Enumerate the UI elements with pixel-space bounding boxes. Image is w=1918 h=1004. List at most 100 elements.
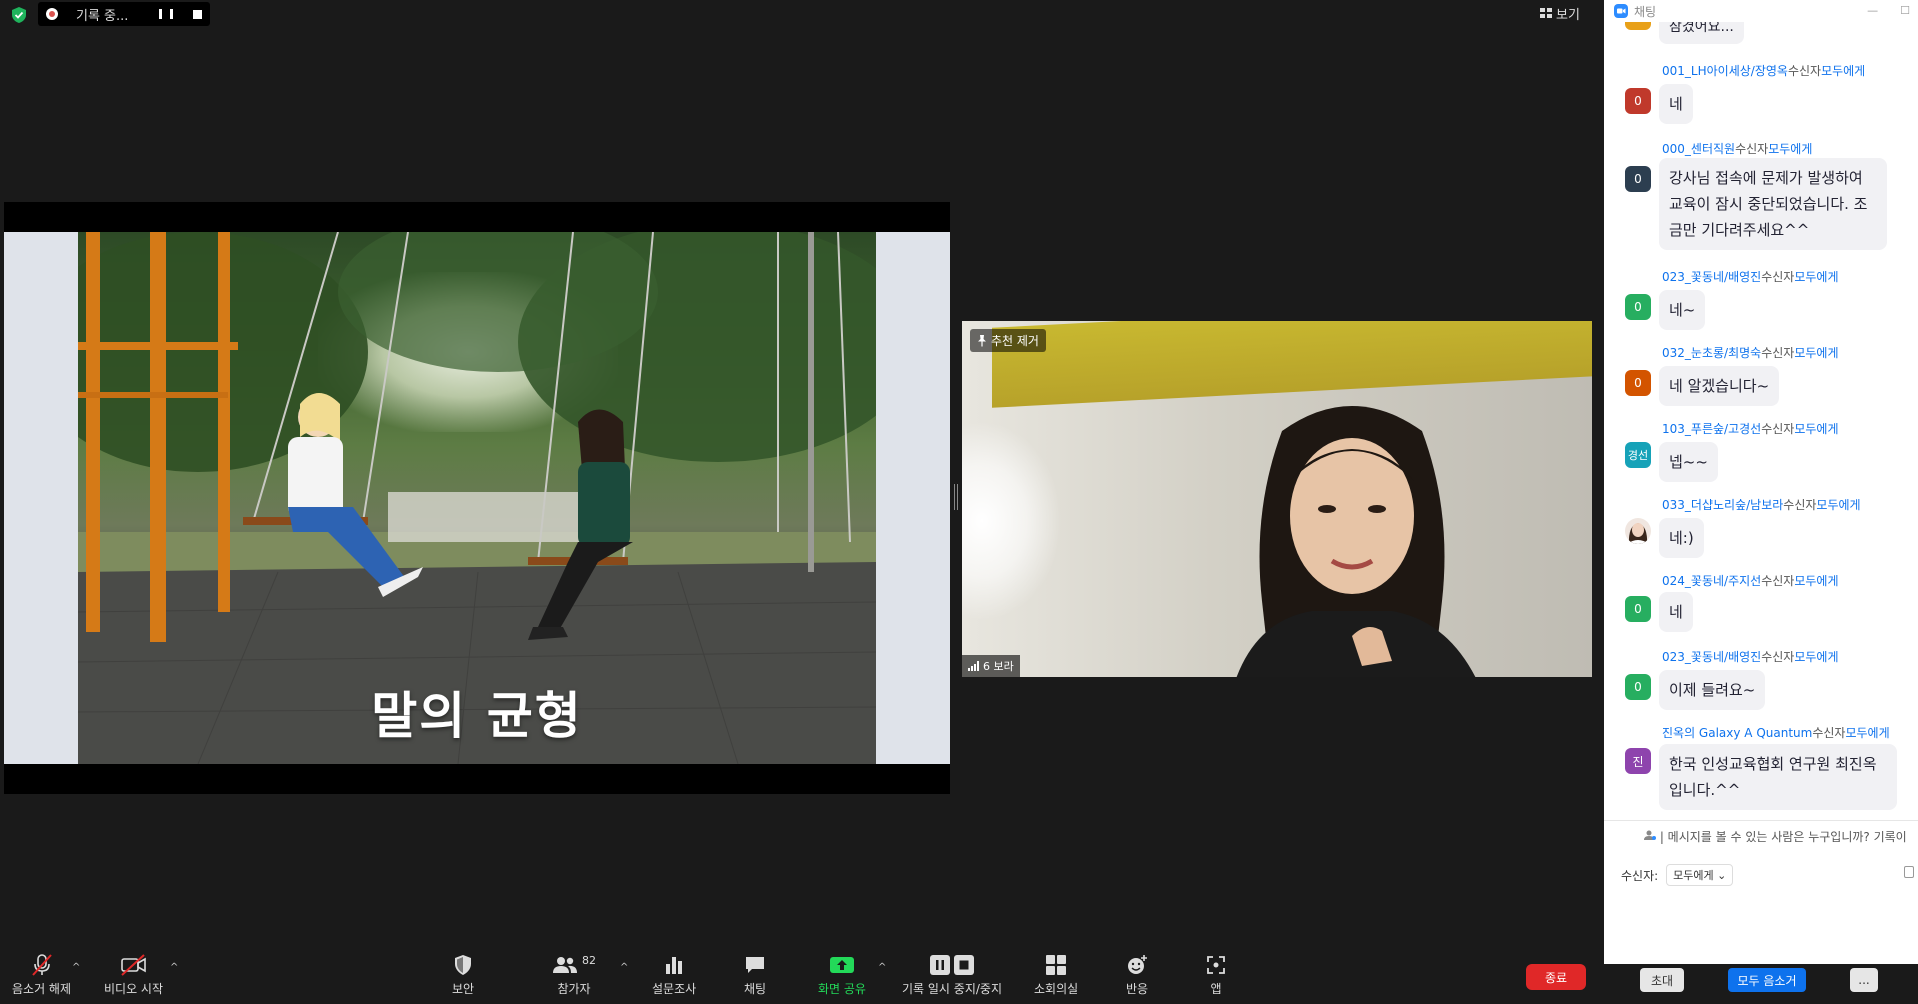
- message-text: 넵~~: [1659, 442, 1718, 482]
- mute-all-button[interactable]: 모두 음소거: [1728, 968, 1806, 992]
- recipient-dropdown[interactable]: 모두에게 ⌄: [1666, 864, 1734, 886]
- view-button[interactable]: 보기: [1540, 4, 1580, 23]
- grid-view-icon: [1540, 8, 1552, 18]
- recipient-name: 모두에게: [1794, 422, 1839, 436]
- sender-name[interactable]: 033_더샵노리숲/남보라: [1662, 498, 1783, 512]
- recording-control-label: 기록 일시 중지/중지: [902, 982, 1002, 996]
- recording-dot-icon: [46, 8, 58, 20]
- view-splitter-handle[interactable]: [954, 484, 958, 510]
- avatar: 진: [1625, 748, 1651, 774]
- chat-label: 채팅: [744, 982, 767, 996]
- participants-button[interactable]: 82 참가자: [552, 952, 596, 997]
- sender-name[interactable]: 진옥의 Galaxy A Quantum: [1662, 726, 1812, 740]
- avatar-photo: [1625, 518, 1651, 544]
- participants-bottom-bar: 초대 모두 음소거 ...: [1604, 964, 1918, 1004]
- sender-name[interactable]: 103_푸른숲/고경선: [1662, 422, 1761, 436]
- pause-recording-icon[interactable]: [159, 7, 173, 21]
- zoom-logo-icon: [1614, 4, 1628, 18]
- sender-name[interactable]: 000_센터직원: [1662, 142, 1735, 156]
- video-off-icon: [120, 954, 146, 976]
- file-attach-icon[interactable]: [1904, 866, 1914, 878]
- reactions-label: 반응: [1126, 982, 1149, 996]
- start-video-button[interactable]: 비디오 시작: [104, 952, 163, 997]
- minimize-icon[interactable]: —: [1867, 4, 1878, 17]
- reactions-smiley-icon: [1128, 955, 1148, 974]
- presentation-slide: 말의 균형: [4, 232, 950, 764]
- recipient-label: 수신자:: [1621, 868, 1659, 883]
- share-screen-label: 화면 공유: [818, 982, 866, 996]
- to-label: 수신자: [1735, 142, 1769, 156]
- recipient-name: 모두에게: [1768, 142, 1813, 156]
- message-text: 네~: [1659, 290, 1706, 330]
- participant-name: 6 보라: [983, 660, 1014, 673]
- end-meeting-button[interactable]: 종료: [1526, 964, 1586, 990]
- recipient-name: 모두에게: [1794, 346, 1839, 360]
- meeting-toolbar: 음소거 해제 ^ 비디오 시작 ^ 보안 82 참가자 ^ 설문조사 채팅 화면…: [0, 950, 1600, 1004]
- sender-name[interactable]: 001_LH아이세상/장영옥: [1662, 64, 1788, 78]
- security-shield-icon[interactable]: [10, 6, 28, 24]
- recording-bar: 기록 중...: [38, 2, 210, 26]
- recipient-name: 모두에게: [1821, 64, 1866, 78]
- slide-title: 말의 균형: [371, 687, 583, 745]
- speaker-video[interactable]: 추천 제거 6 보라: [962, 321, 1592, 677]
- recipient-name: 모두에게: [1794, 270, 1839, 284]
- participants-icon: [553, 957, 577, 973]
- invite-button[interactable]: 초대: [1640, 968, 1684, 992]
- sender-name[interactable]: 032_눈초롱/최명숙: [1662, 346, 1761, 360]
- popout-icon[interactable]: ☐: [1900, 4, 1910, 17]
- unpin-label: 추천 제거: [991, 334, 1039, 348]
- chat-button[interactable]: 채팅: [744, 952, 766, 997]
- video-options-caret-icon[interactable]: ^: [170, 962, 178, 973]
- message-text: 네: [1659, 84, 1693, 124]
- polls-button[interactable]: 설문조사: [652, 952, 696, 997]
- avatar: 0: [1625, 370, 1651, 396]
- chat-panel: 채팅 — ☐ 잠겼어요... 001_LH아이세상/장영옥수신자모두에게 0 네…: [1604, 0, 1918, 1004]
- breakout-rooms-icon: [1046, 955, 1067, 975]
- recipient-row: 수신자: 모두에게 ⌄: [1621, 864, 1734, 886]
- message-text: 강사님 접속에 문제가 발생하여 교육이 잠시 중단되었습니다. 조금만 기다려…: [1659, 158, 1887, 250]
- sender-name[interactable]: 023_꽃동네/배영진: [1662, 650, 1761, 664]
- polls-label: 설문조사: [652, 982, 697, 996]
- sender-name[interactable]: 023_꽃동네/배영진: [1662, 270, 1761, 284]
- message-text: 네: [1659, 592, 1693, 632]
- view-label: 보기: [1556, 8, 1580, 23]
- recipient-name: 모두에게: [1816, 498, 1861, 512]
- breakout-rooms-label: 소회의실: [1034, 982, 1079, 996]
- to-label: 수신자: [1761, 574, 1795, 588]
- recipient-name: 모두에게: [1845, 726, 1890, 740]
- unpin-button[interactable]: 추천 제거: [970, 329, 1046, 352]
- avatar: 0: [1625, 166, 1651, 192]
- window-controls: — ☐: [1867, 4, 1910, 17]
- share-screen-icon: [829, 957, 854, 973]
- share-options-caret-icon[interactable]: ^: [878, 962, 886, 973]
- participants-options-caret-icon[interactable]: ^: [620, 962, 628, 973]
- chat-message-list[interactable]: 잠겼어요... 001_LH아이세상/장영옥수신자모두에게 0 네 000_센터…: [1604, 22, 1918, 822]
- share-screen-button[interactable]: 화면 공유: [818, 952, 866, 997]
- to-label: 수신자: [1812, 726, 1846, 740]
- to-label: 수신자: [1783, 498, 1817, 512]
- sender-name[interactable]: 024_꽃동네/주지선: [1662, 574, 1761, 588]
- to-label: 수신자: [1761, 650, 1795, 664]
- recipient-value: 모두에게: [1673, 869, 1714, 882]
- to-label: 수신자: [1761, 422, 1795, 436]
- participant-name-badge: 6 보라: [962, 655, 1020, 677]
- avatar: 0: [1625, 294, 1651, 320]
- more-options-button[interactable]: ...: [1850, 968, 1878, 992]
- apps-icon: [1207, 956, 1225, 974]
- stop-recording-icon[interactable]: [193, 9, 202, 19]
- audio-options-caret-icon[interactable]: ^: [72, 962, 80, 973]
- slide-photo: 말의 균형: [78, 232, 876, 764]
- avatar: 경선: [1625, 442, 1651, 468]
- people-info-icon: [1644, 830, 1656, 840]
- security-button[interactable]: 보안: [452, 952, 474, 997]
- chat-visibility-text: | 메시지를 볼 수 있는 사람은 누구입니까? 기록이: [1659, 830, 1907, 844]
- to-label: 수신자: [1787, 64, 1822, 78]
- reactions-button[interactable]: 반응: [1126, 952, 1148, 997]
- apps-button[interactable]: 앱: [1206, 952, 1226, 997]
- breakout-rooms-button[interactable]: 소회의실: [1034, 952, 1078, 997]
- chat-visibility-notice[interactable]: | 메시지를 볼 수 있는 사람은 누구입니까? 기록이: [1644, 828, 1907, 845]
- shield-icon: [455, 955, 472, 975]
- polls-icon: [666, 957, 683, 974]
- recording-control-button[interactable]: 기록 일시 중지/중지: [902, 952, 1002, 997]
- unmute-button[interactable]: 음소거 해제: [12, 952, 71, 997]
